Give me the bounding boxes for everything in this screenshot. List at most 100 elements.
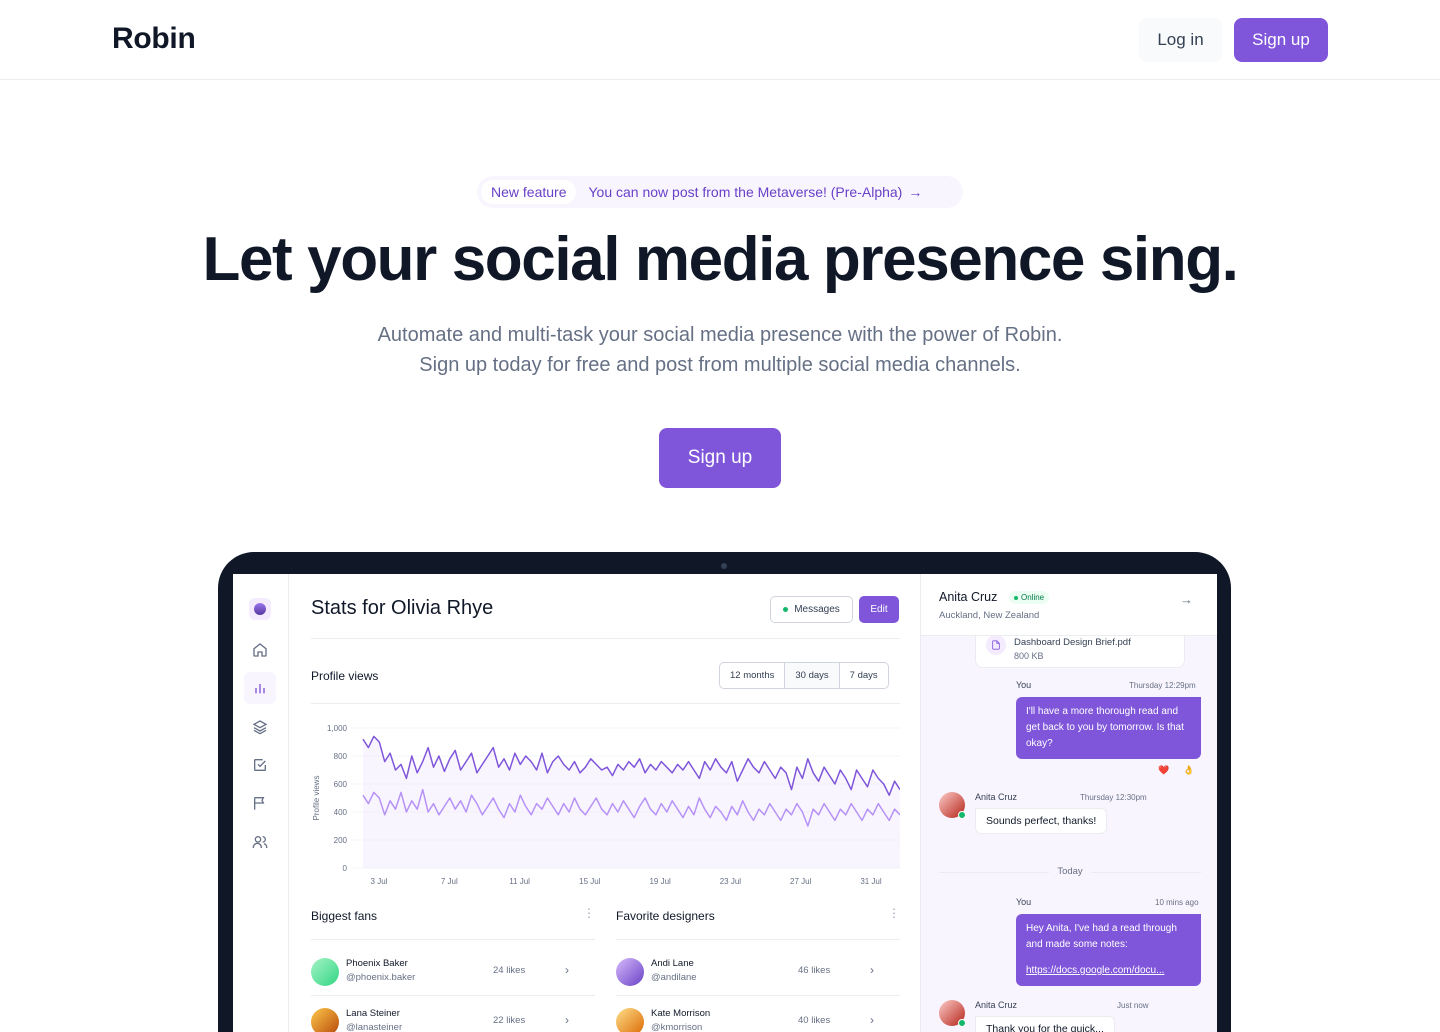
y-tick-label: 200 bbox=[334, 836, 348, 845]
app-screenshot: Stats for Olivia Rhye Messages Edit Prof… bbox=[233, 574, 1217, 1032]
message-link[interactable]: https://docs.google.com/docu... bbox=[1026, 963, 1191, 979]
file-size: 800 KB bbox=[1014, 651, 1044, 661]
heart-icon[interactable]: ❤️ bbox=[1158, 765, 1169, 776]
message-time: Thursday 12:30pm bbox=[1080, 793, 1147, 802]
profile-views-chart: 0 200 400 600 800 1,000 Profile views 3 Jul 7 Ju… bbox=[312, 724, 900, 886]
stats-title: Stats for Olivia Rhye bbox=[311, 597, 494, 619]
person-name: Andi Lane bbox=[651, 958, 694, 969]
app-sidebar bbox=[233, 574, 289, 1032]
y-axis-label: Profile views bbox=[312, 776, 321, 821]
range-7-days[interactable]: 7 days bbox=[840, 663, 888, 688]
hero-subtitle-line-2: Sign up today for free and post from mul… bbox=[419, 354, 1021, 376]
favorite-designers-title: Favorite designers bbox=[616, 909, 715, 923]
status-label: Online bbox=[1021, 593, 1045, 602]
top-navbar: Robin Log in Sign up bbox=[0, 0, 1440, 80]
likes-count: 22 likes bbox=[493, 1015, 526, 1026]
divider bbox=[311, 995, 595, 996]
person-handle: @kmorrison bbox=[651, 1022, 703, 1032]
person-name: Phoenix Baker bbox=[346, 958, 408, 969]
avatar bbox=[616, 1008, 644, 1032]
x-tick-label: 3 Jul bbox=[371, 877, 388, 886]
range-12-months[interactable]: 12 months bbox=[720, 663, 786, 688]
person-handle: @lanasteiner bbox=[346, 1022, 403, 1032]
more-vertical-icon[interactable]: ⋮ bbox=[583, 906, 595, 920]
layers-icon[interactable] bbox=[244, 711, 276, 743]
profile-views-title: Profile views bbox=[311, 669, 379, 683]
messages-button[interactable]: Messages bbox=[770, 596, 853, 623]
person-name: Lana Steiner bbox=[346, 1008, 400, 1019]
person-handle: @andilane bbox=[651, 972, 697, 983]
contact-location: Auckland, New Zealand bbox=[939, 610, 1040, 621]
chat-panel: Dashboard Design Brief.pdf 800 KB You Th… bbox=[920, 574, 1217, 1032]
message-sender: You bbox=[1016, 897, 1032, 907]
message-bubble: Hey Anita, I've had a read through and m… bbox=[1016, 914, 1201, 986]
login-button[interactable]: Log in bbox=[1139, 18, 1222, 62]
message-sender: You bbox=[1016, 680, 1032, 690]
arrow-right-icon[interactable]: → bbox=[1180, 592, 1193, 607]
app-logo bbox=[249, 598, 271, 620]
chevron-right-icon[interactable]: › bbox=[565, 963, 569, 977]
x-tick-label: 27 Jul bbox=[790, 877, 812, 886]
message-time: Just now bbox=[1117, 1001, 1149, 1010]
list-item[interactable]: Lana Steiner @lanasteiner 22 likes › bbox=[311, 1004, 595, 1032]
x-tick-label: 31 Jul bbox=[860, 877, 882, 886]
message-time: 10 mins ago bbox=[1155, 898, 1199, 907]
likes-count: 24 likes bbox=[493, 965, 526, 976]
x-tick-label: 11 Jul bbox=[509, 877, 530, 886]
avatar bbox=[939, 1000, 966, 1027]
range-30-days[interactable]: 30 days bbox=[785, 663, 840, 688]
more-vertical-icon[interactable]: ⋮ bbox=[888, 906, 900, 920]
check-square-icon[interactable] bbox=[244, 749, 276, 781]
file-name: Dashboard Design Brief.pdf bbox=[1014, 637, 1131, 648]
x-tick-label: 7 Jul bbox=[441, 877, 458, 886]
messages-label: Messages bbox=[794, 604, 840, 615]
contact-name: Anita Cruz bbox=[939, 590, 998, 604]
hero-signup-button[interactable]: Sign up bbox=[659, 428, 781, 488]
x-tick-label: 19 Jul bbox=[649, 877, 671, 886]
ok-hand-icon[interactable]: 👌 bbox=[1183, 765, 1194, 776]
y-tick-label: 400 bbox=[334, 808, 348, 817]
divider bbox=[311, 939, 595, 940]
list-item[interactable]: Kate Morrison @kmorrison 40 likes › bbox=[616, 1004, 900, 1032]
x-tick-label: 15 Jul bbox=[579, 877, 601, 886]
file-attachment[interactable]: Dashboard Design Brief.pdf 800 KB bbox=[975, 636, 1185, 668]
edit-button[interactable]: Edit bbox=[859, 596, 899, 623]
users-icon[interactable] bbox=[244, 826, 276, 858]
chevron-right-icon[interactable]: › bbox=[565, 1013, 569, 1027]
hero-subtitle: Automate and multi-task your social medi… bbox=[0, 320, 1440, 380]
person-name: Kate Morrison bbox=[651, 1008, 711, 1019]
reactions[interactable]: ❤️ 👌 bbox=[1158, 765, 1194, 776]
message-sender: Anita Cruz bbox=[975, 792, 1018, 802]
chevron-right-icon[interactable]: › bbox=[870, 963, 874, 977]
logo[interactable]: Robin bbox=[112, 22, 196, 56]
y-tick-label: 600 bbox=[334, 780, 348, 789]
divider bbox=[616, 939, 900, 940]
likes-count: 40 likes bbox=[798, 1015, 831, 1026]
chevron-right-icon[interactable]: › bbox=[870, 1013, 874, 1027]
hero-title: Let your social media presence sing. bbox=[202, 225, 1239, 294]
chat-header: Anita Cruz Online Auckland, New Zealand … bbox=[921, 574, 1217, 636]
date-divider: Today bbox=[939, 866, 1201, 878]
avatar bbox=[939, 792, 966, 819]
feature-badge[interactable]: New feature You can now post from the Me… bbox=[477, 176, 963, 208]
flag-icon[interactable] bbox=[244, 787, 276, 819]
file-icon bbox=[986, 636, 1006, 655]
divider bbox=[311, 703, 900, 704]
chat-messages[interactable]: Dashboard Design Brief.pdf 800 KB You Th… bbox=[921, 636, 1217, 1032]
y-tick-label: 0 bbox=[343, 864, 348, 873]
avatar bbox=[311, 958, 339, 986]
bar-chart-icon[interactable] bbox=[244, 672, 276, 704]
message-time: Thursday 12:29pm bbox=[1129, 681, 1196, 690]
status-dot bbox=[783, 607, 789, 612]
avatar bbox=[616, 958, 644, 986]
biggest-fans-title: Biggest fans bbox=[311, 909, 378, 923]
message-text: Hey Anita, I've had a read through and m… bbox=[1026, 923, 1177, 950]
message-bubble: I'll have a more thorough read and get b… bbox=[1016, 697, 1201, 759]
divider bbox=[616, 995, 900, 996]
badge-text-label: You can now post from the Metaverse! (Pr… bbox=[588, 184, 903, 200]
hero-subtitle-line-1: Automate and multi-task your social medi… bbox=[377, 324, 1063, 346]
signup-button[interactable]: Sign up bbox=[1234, 18, 1328, 62]
x-tick-label: 23 Jul bbox=[720, 877, 742, 886]
home-icon[interactable] bbox=[244, 634, 276, 666]
message-bubble: Thank you for the quick... bbox=[975, 1016, 1115, 1032]
